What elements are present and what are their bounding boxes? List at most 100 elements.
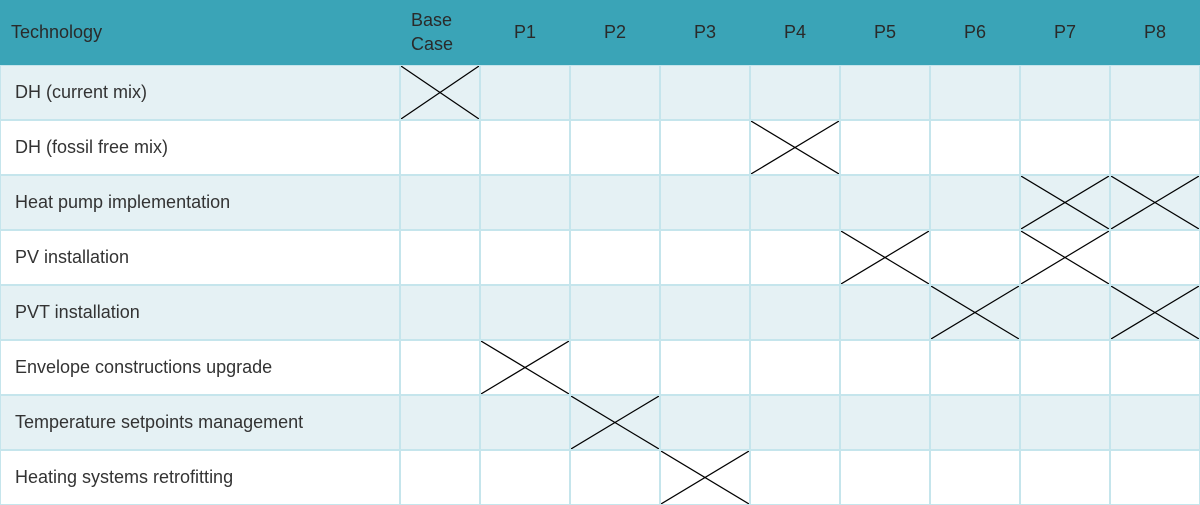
matrix-cell	[840, 450, 930, 505]
column-header: P5	[840, 0, 930, 65]
matrix-cell	[1110, 450, 1200, 505]
x-mark-icon	[661, 451, 749, 504]
matrix-cell	[930, 285, 1020, 340]
matrix-cell	[480, 395, 570, 450]
matrix-cell	[570, 340, 660, 395]
x-mark-icon	[481, 341, 569, 394]
matrix-cell	[1110, 175, 1200, 230]
matrix-cell	[570, 285, 660, 340]
matrix-cell	[570, 175, 660, 230]
matrix-cell	[1110, 285, 1200, 340]
x-mark-icon	[401, 66, 479, 119]
matrix-cell	[1020, 230, 1110, 285]
column-header: P8	[1110, 0, 1200, 65]
matrix-cell	[1020, 65, 1110, 120]
matrix-cell	[1110, 340, 1200, 395]
matrix-cell	[840, 340, 930, 395]
matrix-cell	[570, 65, 660, 120]
column-header: P6	[930, 0, 1020, 65]
matrix-cell	[1020, 395, 1110, 450]
matrix-cell	[480, 285, 570, 340]
matrix-cell	[480, 230, 570, 285]
row-label: Heat pump implementation	[0, 175, 400, 230]
matrix-cell	[750, 395, 840, 450]
matrix-cell	[1110, 230, 1200, 285]
x-mark-icon	[571, 396, 659, 449]
row-label: Temperature setpoints management	[0, 395, 400, 450]
matrix-cell	[660, 285, 750, 340]
matrix-cell	[400, 65, 480, 120]
matrix-cell	[1110, 120, 1200, 175]
matrix-cell	[1020, 450, 1110, 505]
x-mark-icon	[841, 231, 929, 284]
matrix-cell	[840, 395, 930, 450]
matrix-cell	[930, 340, 1020, 395]
row-label: DH (current mix)	[0, 65, 400, 120]
matrix-cell	[930, 65, 1020, 120]
x-mark-icon	[1111, 286, 1199, 339]
row-label: PV installation	[0, 230, 400, 285]
matrix-cell	[660, 340, 750, 395]
matrix-cell	[1020, 120, 1110, 175]
matrix-cell	[840, 65, 930, 120]
matrix-cell	[660, 175, 750, 230]
matrix-cell	[480, 120, 570, 175]
matrix-cell	[570, 230, 660, 285]
column-header: Base Case	[400, 0, 480, 65]
technology-matrix-table: TechnologyBase CaseP1P2P3P4P5P6P7P8 DH (c…	[0, 0, 1200, 505]
matrix-cell	[660, 230, 750, 285]
column-header: Technology	[0, 0, 400, 65]
matrix-cell	[1020, 175, 1110, 230]
matrix-cell	[930, 230, 1020, 285]
row-label: Envelope constructions upgrade	[0, 340, 400, 395]
column-header: P7	[1020, 0, 1110, 65]
x-mark-icon	[1021, 176, 1109, 229]
matrix-cell	[400, 285, 480, 340]
matrix-cell	[750, 450, 840, 505]
column-header: P1	[480, 0, 570, 65]
matrix-cell	[1110, 395, 1200, 450]
matrix-cell	[400, 395, 480, 450]
matrix-cell	[750, 340, 840, 395]
matrix-cell	[400, 120, 480, 175]
matrix-cell	[750, 285, 840, 340]
column-header: P3	[660, 0, 750, 65]
column-header: P4	[750, 0, 840, 65]
matrix-cell	[930, 175, 1020, 230]
matrix-cell	[840, 285, 930, 340]
matrix-cell	[480, 65, 570, 120]
matrix-cell	[480, 340, 570, 395]
x-mark-icon	[751, 121, 839, 174]
matrix-cell	[400, 230, 480, 285]
matrix-cell	[750, 230, 840, 285]
matrix-cell	[400, 340, 480, 395]
matrix-cell	[570, 120, 660, 175]
matrix-cell	[480, 175, 570, 230]
matrix-cell	[570, 395, 660, 450]
matrix-cell	[400, 175, 480, 230]
matrix-cell	[400, 450, 480, 505]
column-header: P2	[570, 0, 660, 65]
matrix-cell	[660, 120, 750, 175]
matrix-cell	[840, 120, 930, 175]
x-mark-icon	[1111, 176, 1199, 229]
row-label: DH (fossil free mix)	[0, 120, 400, 175]
matrix-cell	[660, 65, 750, 120]
matrix-cell	[750, 65, 840, 120]
x-mark-icon	[1021, 231, 1109, 284]
matrix-cell	[660, 395, 750, 450]
x-mark-icon	[931, 286, 1019, 339]
matrix-cell	[570, 450, 660, 505]
matrix-cell	[930, 120, 1020, 175]
matrix-cell	[1110, 65, 1200, 120]
matrix-cell	[660, 450, 750, 505]
row-label: Heating systems retrofitting	[0, 450, 400, 505]
matrix-cell	[750, 175, 840, 230]
row-label: PVT installation	[0, 285, 400, 340]
matrix-cell	[1020, 285, 1110, 340]
matrix-cell	[480, 450, 570, 505]
matrix-cell	[930, 450, 1020, 505]
matrix-cell	[930, 395, 1020, 450]
matrix-cell	[1020, 340, 1110, 395]
matrix-cell	[840, 230, 930, 285]
